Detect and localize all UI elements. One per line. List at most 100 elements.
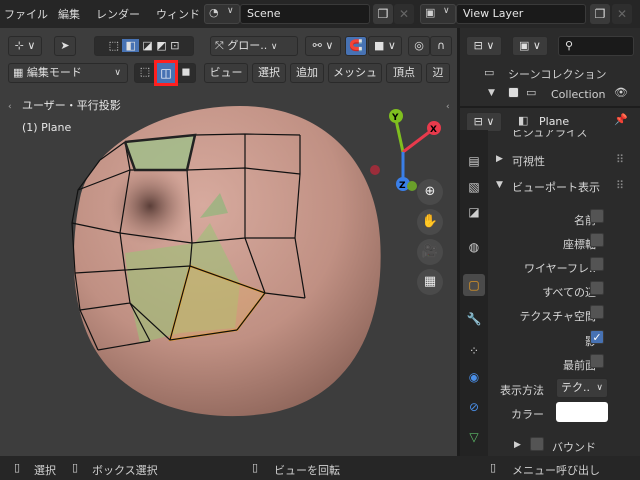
new-view-layer-icon[interactable]: ❐ [590,4,610,24]
gizmo-neg-y[interactable] [407,181,417,191]
vertex-select-icon[interactable]: ⬚ [136,65,154,81]
properties-editor-type[interactable]: ⊟ ∨ [466,112,502,132]
viewport-display-checkbox[interactable] [590,233,604,247]
output-properties-icon[interactable]: ▧ [463,176,485,198]
bounds-checkbox[interactable] [530,437,544,451]
viewport-display-checkbox[interactable]: ✓ [590,330,604,344]
zoom-icon[interactable]: ⊕ [417,179,443,205]
scene-selector[interactable]: ◔ ∨ [204,4,240,24]
view-name-label: ユーザー・平行投影 [22,99,121,112]
select-subtract-icon[interactable]: ◪ [142,39,152,52]
menu-view[interactable]: ビュー [204,63,248,83]
select-new-icon[interactable]: ⬚ [109,39,119,52]
gizmo-z-label: Z [399,181,406,191]
snap-toggle[interactable]: 🧲 [345,36,367,56]
display-as-dropdown[interactable]: テク.. ∨ [556,378,608,398]
menu-render[interactable]: レンダー [96,6,140,22]
select-extend-icon[interactable]: ◧ [122,39,139,52]
menu-mesh[interactable]: メッシュ [328,63,382,83]
view-layer-properties-icon[interactable]: ◪ [463,201,485,223]
constraints-properties-icon[interactable]: ⊘ [463,396,485,418]
menu-add[interactable]: 追加 [290,63,324,83]
navigation-gizmo[interactable]: Y X Z [360,102,450,192]
data-properties-icon[interactable]: ▽ [463,426,485,448]
render-properties-icon[interactable]: ▤ [463,150,485,172]
viewport-display-checkbox[interactable] [590,281,604,295]
viewport-display-row-label: ワイヤーフレ.. [523,262,596,275]
modifier-properties-icon[interactable]: 🔧 [463,308,485,330]
outliner-editor-type[interactable]: ⊟ ∨ [466,36,502,56]
gizmo-neg-x[interactable] [370,165,380,175]
object-properties-icon[interactable]: ▢ [463,274,485,296]
color-swatch[interactable] [556,402,608,422]
viewport-display-section[interactable]: ビューポート表示 [512,179,600,195]
delete-scene-icon[interactable]: ✕ [394,4,414,24]
display-mode-dropdown[interactable]: ▣ ∨ [512,36,548,56]
drag-handle-icon[interactable]: ⠿ [616,153,624,166]
drag-handle-icon[interactable]: ⠿ [616,179,624,192]
camera-icon[interactable]: 🎥 [417,239,443,265]
snap-target-dropdown[interactable]: ■ ∨ [368,36,402,56]
edge-select-icon[interactable]: ◫ [154,60,178,86]
transform-orientation-dropdown[interactable]: ⤧ グロー.. ∨ [210,36,298,56]
status-rotate-view: ビューを回転 [274,464,340,477]
menu-select[interactable]: 選択 [252,63,286,83]
select-tool-button[interactable]: ➤ [54,36,76,56]
status-call-menu: メニュー呼び出し [512,464,600,477]
particles-properties-icon[interactable]: ⁘ [463,340,485,362]
scene-properties-icon[interactable]: ◍ [463,236,485,258]
mode-dropdown[interactable]: ▦ 編集モード ∨ [8,63,128,83]
scene-collection-label[interactable]: シーンコレクション [508,66,606,82]
menu-window[interactable]: ウィンド [156,6,200,22]
physics-properties-icon[interactable]: ◉ [463,366,485,388]
falloff-icon[interactable]: ∩ [430,36,452,56]
visibility-section[interactable]: 可視性 [512,153,545,169]
menu-vertex[interactable]: 頂点 [386,63,422,83]
pan-hand-icon[interactable]: ✋ [417,209,443,235]
pivot-point-dropdown[interactable]: ⚯ ∨ [305,36,341,56]
3d-viewport[interactable]: ⊹ ∨ ➤ ⬚ ◧ ◪ ◩ ⊡ ⤧ グロー.. ∨ ⚯ ∨ 🧲 ■ ∨ ◎ ∩ … [0,28,457,456]
bounds-expand-icon[interactable]: ▶ [514,440,521,450]
pin-icon[interactable]: 📌 [614,113,628,126]
grid-perspective-icon[interactable]: ▦ [417,269,443,295]
collection-label[interactable]: Collection [551,88,605,101]
toolbar-toggle-icon[interactable]: ‹ [8,102,12,112]
mouse-right-icon: ▯ [252,461,259,474]
orientation-icon: ⤧ [215,39,224,52]
select-invert-icon[interactable]: ◩ [156,39,166,52]
status-box-select: ボックス選択 [92,464,158,477]
eye-icon[interactable]: 👁 [614,86,628,99]
visibility-expand-icon[interactable]: ▶ [496,154,503,164]
editor-type-button[interactable]: ⊹ ∨ [8,36,42,56]
display-as-value: テク.. [561,381,590,394]
viewport-display-checkbox[interactable] [590,209,604,223]
collection-icon: ▭ [526,86,537,99]
gizmo-y-label: Y [391,113,399,123]
collection-checkbox[interactable] [508,87,519,98]
scene-icon: ◔ [209,6,219,19]
menu-file[interactable]: ファイル [4,6,48,22]
viewport-display-expand-icon[interactable]: ▼ [496,180,503,190]
status-bar: ▯ 選択 ▯ ボックス選択 ▯ ビューを回転 ▯ メニュー呼び出し [0,456,640,480]
bounds-label: バウンド [552,441,596,454]
viewport-canvas[interactable] [0,28,457,456]
chevron-down-icon: ∨ [270,42,278,52]
select-intersect-icon[interactable]: ⊡ [170,39,179,52]
viewport-display-checkbox[interactable] [590,305,604,319]
viewport-display-checkbox[interactable] [590,257,604,271]
active-object-label: (1) Plane [22,121,72,134]
view-layer-name-field[interactable]: View Layer [456,4,586,24]
collection-expand-icon[interactable]: ▼ [488,88,495,98]
menu-edge[interactable]: 辺 [426,63,450,83]
menu-edit[interactable]: 編集 [58,6,80,22]
viewport-display-checkbox[interactable] [590,354,604,368]
scene-name-field[interactable]: Scene [240,4,370,24]
outliner-panel: ⊟ ∨ ▣ ∨ ⚲ ▭ シーンコレクション ▼ ▭ Collection 👁 [460,28,640,106]
delete-view-layer-icon[interactable]: ✕ [612,4,632,24]
view-layer-selector[interactable]: ▣ ∨ [420,4,456,24]
outliner-search-input[interactable]: ⚲ [558,36,634,56]
selection-mode-buttons[interactable]: ⬚ ◧ ◪ ◩ ⊡ [94,36,194,56]
new-scene-icon[interactable]: ❐ [373,4,393,24]
proportional-edit-icon[interactable]: ◎ [408,36,430,56]
face-select-icon[interactable]: ◼ [178,65,194,81]
